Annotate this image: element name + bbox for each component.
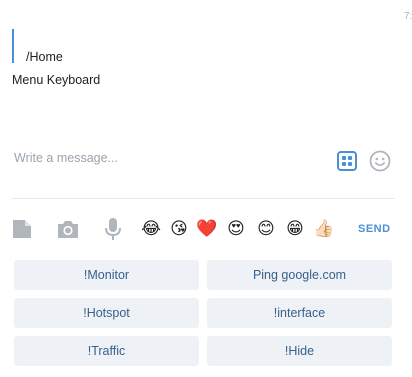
emoji-kiss[interactable]: 😘 [167,218,191,240]
reply-quote[interactable]: /Home [12,29,63,64]
keyboard-row: !Monitor Ping google.com [14,260,392,290]
message-input[interactable] [12,140,322,176]
key-traffic[interactable]: !Traffic [14,336,199,366]
message-time: 7: [404,11,412,22]
keyboard-row: !Hotspot !interface [14,298,392,328]
key-monitor[interactable]: !Monitor [14,260,199,290]
message-text: Menu Keyboard [12,73,101,87]
key-interface[interactable]: !interface [207,298,392,328]
reply-quote-text: /Home [26,50,63,64]
keyboard-row: !Traffic !Hide [14,336,392,366]
smiley-icon[interactable] [369,150,391,172]
emoji-joy[interactable]: 😂 [139,218,163,240]
bot-keyboard-toggle-icon[interactable] [337,151,357,171]
emoji-thumbs-up[interactable]: 👍🏻 [312,218,336,240]
file-icon[interactable] [10,217,34,241]
emoji-grin[interactable]: 😁 [283,218,307,240]
key-ping-google[interactable]: Ping google.com [207,260,392,290]
composer-divider [12,198,395,199]
send-button[interactable]: SEND [358,223,391,235]
emoji-blush[interactable]: 😊 [254,218,278,240]
camera-icon[interactable] [56,217,80,241]
key-hotspot[interactable]: !Hotspot [14,298,199,328]
attachment-toolbar: 😂 😘 ❤️ 😍 😊 😁 👍🏻 SEND [0,212,412,246]
bot-keyboard: !Monitor Ping google.com !Hotspot !inter… [14,260,392,374]
key-hide[interactable]: !Hide [207,336,392,366]
microphone-icon[interactable] [101,217,125,241]
emoji-heart[interactable]: ❤️ [195,218,219,240]
emoji-heart-eyes[interactable]: 😍 [224,218,248,240]
